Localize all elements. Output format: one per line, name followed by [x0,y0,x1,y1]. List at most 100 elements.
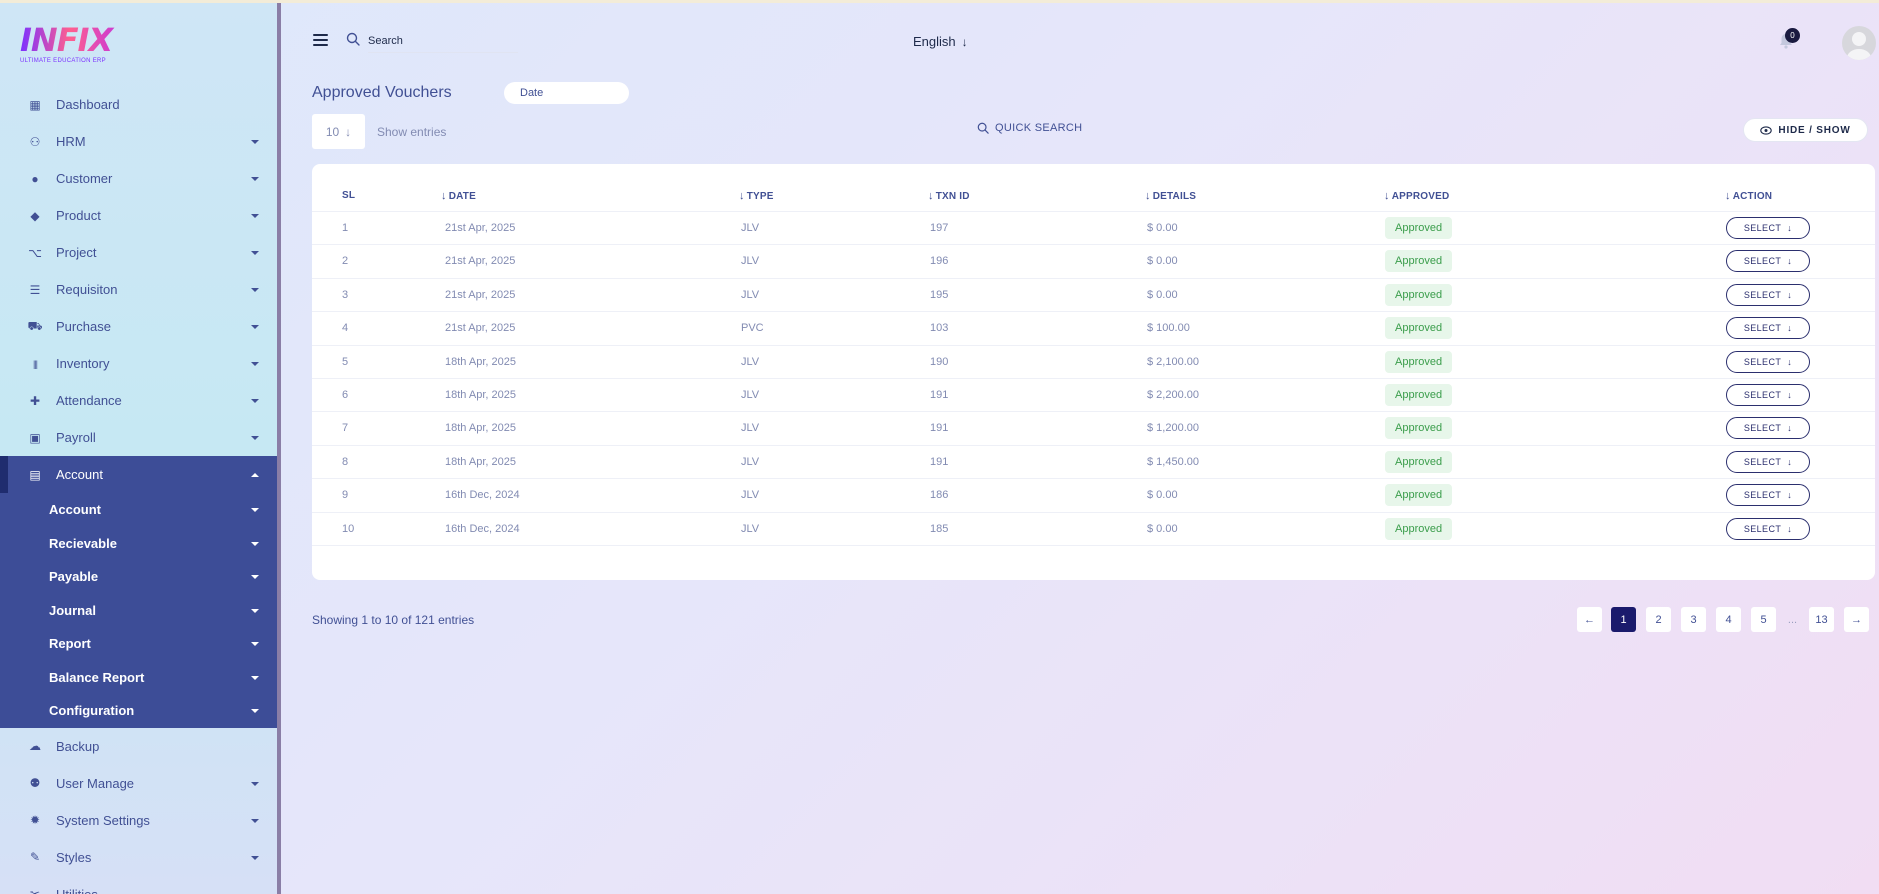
page-button[interactable]: 5 [1751,607,1776,632]
sidebar-item-hrm[interactable]: ⚇ HRM [0,123,277,160]
menu-toggle-icon[interactable] [313,34,328,46]
submenu-item-label: Journal [49,602,96,618]
submenu-item-account[interactable]: Account [0,493,277,527]
sidebar-item-system-settings[interactable]: ✹ System Settings [0,802,277,839]
sidebar-item-project[interactable]: ⌥ Project [0,234,277,271]
caret-down-icon [251,818,259,823]
sidebar-item-requisiton[interactable]: ☰ Requisiton [0,271,277,308]
select-label: SELECT [1743,289,1782,300]
arrow-down-icon: ↓ [1787,423,1793,434]
select-action-button[interactable]: SELECT ↓ [1726,417,1810,440]
select-action-button[interactable]: SELECT ↓ [1726,517,1810,540]
hrm-icon: ⚇ [29,134,41,149]
select-label: SELECT [1743,423,1782,434]
submenu-item-balance-report[interactable]: Balance Report [0,661,277,695]
arrow-right-icon[interactable]: → [1844,607,1869,632]
search-input[interactable] [368,29,518,53]
entries-per-page-select[interactable]: 10 ↓ [312,114,365,149]
sidebar-item-label: Dashboard [56,97,120,112]
sidebar-item-styles[interactable]: ✎ Styles [0,839,277,876]
vouchers-table-card: SL ↓ DATE ↓ TYPE ↓ TXN ID ↓ DETAILS ↓ APPROVE… [312,164,1875,580]
page-button[interactable]: 2 [1646,607,1671,632]
cell-sl: 2 [342,255,349,268]
cell-sl: 1 [342,222,349,234]
sidebar-item-account[interactable]: ▤ Account [0,456,277,493]
page-button[interactable]: 4 [1716,607,1741,632]
select-action-button[interactable]: SELECT ↓ [1726,384,1810,406]
column-label: TYPE [746,190,774,202]
language-selector[interactable]: English ↓ [913,34,968,49]
project-icon: ⌥ [28,245,42,260]
select-label: SELECT [1743,323,1782,334]
column-header-type[interactable]: ↓ TYPE [739,190,774,202]
page-button[interactable]: 1 [1611,607,1636,632]
status-badge: Approved [1385,350,1453,373]
column-header-details[interactable]: ↓ DETAILS [1145,190,1196,202]
select-action-button[interactable]: SELECT ↓ [1726,283,1810,306]
logo[interactable]: INFIX ULTIMATE EDUCATION ERP [20,23,120,67]
select-label: SELECT [1743,456,1782,467]
cell-txn: 186 [930,489,949,502]
sidebar-scrollbar[interactable] [277,3,281,894]
sidebar-item-product[interactable]: ◆ Product [0,197,277,234]
column-header-sl[interactable]: SL [342,190,355,201]
sidebar-item-utilities[interactable]: ✂ Utilities [0,876,277,894]
column-header-date[interactable]: ↓ DATE [441,190,476,202]
cell-type: JLV [741,522,760,535]
sidebar-item-backup[interactable]: ☁ Backup [0,728,277,765]
caret-down-icon [251,781,259,786]
cell-details: $ 0.00 [1147,522,1178,535]
status-badge: Approved [1385,517,1453,540]
select-action-button[interactable]: SELECT ↓ [1726,484,1810,507]
sidebar-item-attendance[interactable]: ✚ Attendance [0,382,277,419]
table-row: 7 18th Apr, 2025 JLV 191 $ 1,200.00 Approved S… [312,412,1875,446]
sort-arrow-icon: ↓ [1725,190,1731,202]
sort-arrow-icon: ↓ [441,190,447,202]
avatar[interactable] [1842,26,1876,60]
sidebar-item-dashboard[interactable]: ▦ Dashboard [0,86,277,123]
select-label: SELECT [1743,390,1782,400]
table-row: 3 21st Apr, 2025 JLV 195 $ 0.00 Approved SELEC… [312,279,1875,313]
arrow-down-icon: ↓ [1787,223,1793,233]
notification-badge: 0 [1785,28,1800,43]
sidebar-item-user-manage[interactable]: ⚉ User Manage [0,765,277,802]
cell-date: 18th Apr, 2025 [445,355,516,368]
page-button[interactable]: 13 [1809,607,1834,632]
select-action-button[interactable]: SELECT ↓ [1726,350,1810,373]
caret-up-icon [251,473,259,477]
arrow-left-icon[interactable]: ← [1577,607,1602,632]
submenu-item-configuration[interactable]: Configuration [0,694,277,728]
column-header-approved[interactable]: ↓ APPROVED [1384,190,1449,202]
sidebar-item-payroll[interactable]: ▣ Payroll [0,419,277,456]
barcode-icon: ||| [32,358,38,369]
sidebar-item-purchase[interactable]: ⛟ Purchase [0,308,277,345]
select-label: SELECT [1743,523,1782,534]
submenu-item-payable[interactable]: Payable [0,560,277,594]
select-action-button[interactable]: SELECT ↓ [1726,217,1810,239]
page-button[interactable]: 3 [1681,607,1706,632]
submenu-item-report[interactable]: Report [0,627,277,661]
arrow-down-icon: ↓ [1787,289,1793,300]
cell-sl: 4 [342,322,349,335]
submenu-item-recievable[interactable]: Recievable [0,527,277,561]
caret-down-icon [251,709,259,713]
cell-type: JLV [741,255,760,268]
column-header-action[interactable]: ↓ ACTION [1725,190,1772,202]
table-row: 1 21st Apr, 2025 JLV 197 $ 0.00 Approved SELEC… [312,212,1875,246]
quick-search[interactable]: QUICK SEARCH [977,122,1082,134]
tag-icon: ◆ [30,208,40,223]
select-action-button[interactable]: SELECT ↓ [1726,450,1810,473]
select-action-button[interactable]: SELECT ↓ [1726,317,1810,340]
cell-sl: 10 [342,522,355,535]
column-header-txn-id[interactable]: ↓ TXN ID [928,190,970,202]
date-filter-input[interactable] [504,82,629,104]
submenu-item-journal[interactable]: Journal [0,594,277,628]
hide-show-button[interactable]: HIDE / SHOW [1743,118,1868,142]
select-action-button[interactable]: SELECT ↓ [1726,250,1810,273]
sidebar-item-customer[interactable]: ● Customer [0,160,277,197]
sidebar-item-label: Backup [56,738,100,754]
caret-down-icon [251,399,259,403]
status-badge: Approved [1385,484,1453,507]
sidebar-item-inventory[interactable]: ||| Inventory [0,345,277,382]
submenu-item-label: Recievable [49,535,117,551]
